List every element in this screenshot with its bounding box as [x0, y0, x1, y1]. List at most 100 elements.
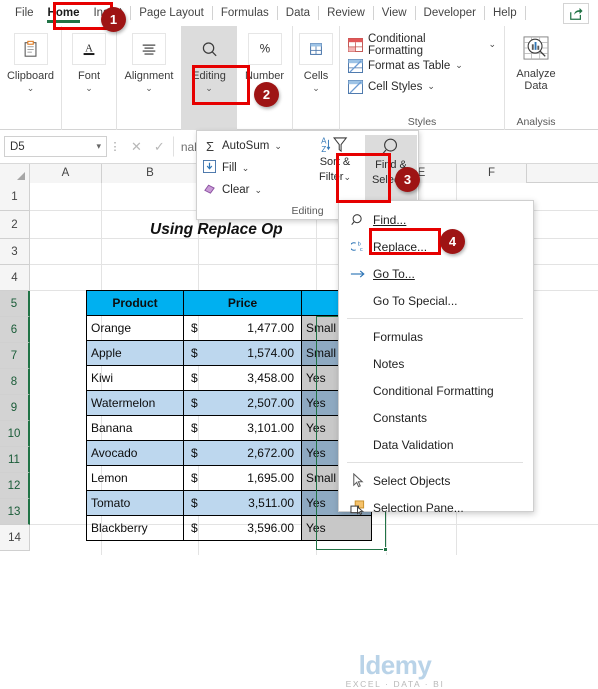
chevron-down-icon[interactable]: ⌄	[427, 81, 435, 92]
format-as-table-button[interactable]: Format as Table ⌄	[348, 55, 496, 76]
row-header-3[interactable]: 3	[0, 239, 30, 265]
cell-price[interactable]: $ 2,672.00	[183, 440, 302, 466]
tab-formulas[interactable]: Formulas	[214, 0, 276, 26]
fill-menu-item[interactable]: Fill ⌄	[203, 157, 301, 179]
row-header-10[interactable]: 10	[0, 421, 30, 447]
row-header-9[interactable]: 9	[0, 395, 30, 421]
tab-developer[interactable]: Developer	[417, 0, 483, 26]
column-header-b[interactable]: B	[102, 164, 199, 183]
cell-price[interactable]: $ 1,477.00	[183, 315, 302, 341]
share-button[interactable]	[563, 3, 589, 24]
chevron-down-icon[interactable]: ⌄	[254, 185, 262, 196]
clear-menu-item[interactable]: Clear ⌄	[203, 179, 301, 201]
menu-item-go-to-special[interactable]: Go To Special...	[339, 287, 533, 314]
chevron-down-icon[interactable]: ⌄	[27, 84, 35, 93]
row-header-2[interactable]: 2	[0, 211, 30, 239]
ribbon-group-cells[interactable]: Cells ⌄	[293, 26, 340, 130]
cell-product[interactable]: Lemon	[86, 465, 184, 491]
chevron-down-icon[interactable]: ⌄	[274, 141, 282, 152]
svg-text:%: %	[259, 43, 269, 56]
chevron-down-icon[interactable]: ⌄	[312, 84, 320, 93]
cell-price[interactable]: $ 1,574.00	[183, 340, 302, 366]
cell-price[interactable]: $ 2,507.00	[183, 390, 302, 416]
tab-review[interactable]: Review	[320, 0, 372, 26]
clipboard-button[interactable]	[13, 33, 48, 65]
ribbon-group-clipboard[interactable]: Clipboard ⌄	[0, 26, 62, 130]
row-header-14[interactable]: 14	[0, 525, 30, 551]
row-header-11[interactable]: 11	[0, 447, 30, 473]
cell-styles-button[interactable]: Cell Styles ⌄	[348, 76, 496, 97]
cancel-icon[interactable]: ✕	[131, 139, 142, 155]
table-row[interactable]: Banana $ 3,101.00 Yes	[86, 415, 372, 441]
row-header-4[interactable]: 4	[0, 265, 30, 291]
menu-item-conditional-formatting[interactable]: Conditional Formatting	[339, 377, 533, 404]
cell-price[interactable]: $ 3,458.00	[183, 365, 302, 391]
tab-data[interactable]: Data	[279, 0, 317, 26]
menu-item-selection-pane[interactable]: Selection Pane...	[339, 494, 533, 521]
tab-page-layout[interactable]: Page Layout	[132, 0, 211, 26]
menu-item-formulas[interactable]: Formulas	[339, 323, 533, 350]
conditional-formatting-button[interactable]: Conditional Formatting ⌄	[348, 33, 496, 57]
row-header-8[interactable]: 8	[0, 369, 30, 395]
column-header-f[interactable]: F	[457, 164, 527, 183]
cell-product[interactable]: Avocado	[86, 440, 184, 466]
menu-item-notes[interactable]: Notes	[339, 350, 533, 377]
row-header-12[interactable]: 12	[0, 473, 30, 499]
menu-item-constants[interactable]: Constants	[339, 404, 533, 431]
cell-product[interactable]: Blackberry	[86, 515, 184, 541]
tab-divider	[414, 5, 416, 20]
chevron-down-icon[interactable]: ⌄	[455, 60, 463, 71]
confirm-icon[interactable]: ✓	[154, 139, 165, 155]
chevron-down-icon[interactable]: ▾	[96, 141, 101, 152]
table-row[interactable]: Lemon $ 1,695.00 Small	[86, 465, 372, 491]
table-row[interactable]: Watermelon $ 2,507.00 Yes	[86, 390, 372, 416]
name-box[interactable]: D5 ▾	[4, 136, 107, 157]
table-row[interactable]: Apple $ 1,574.00 Small	[86, 340, 372, 366]
select-all-corner-button[interactable]	[0, 164, 30, 183]
autosum-menu-item[interactable]: Σ AutoSum ⌄	[203, 135, 301, 157]
alignment-button[interactable]	[132, 33, 166, 65]
cell-product[interactable]: Kiwi	[86, 365, 184, 391]
cell-product[interactable]: Apple	[86, 340, 184, 366]
ribbon-group-alignment[interactable]: Alignment ⌄	[117, 26, 181, 130]
chevron-down-icon[interactable]: ⌄	[242, 163, 250, 174]
cell-price[interactable]: $ 1,695.00	[183, 465, 302, 491]
chevron-down-icon[interactable]: ⌄	[488, 39, 496, 50]
cell-price[interactable]: $ 3,101.00	[183, 415, 302, 441]
ribbon-group-analysis[interactable]: Analyze Data Analysis	[505, 26, 567, 130]
callout-badge-1: 1	[101, 7, 126, 32]
currency-symbol: $	[191, 446, 198, 460]
cell-product[interactable]: Tomato	[86, 490, 184, 516]
table-row[interactable]: Tomato $ 3,511.00 Yes	[86, 490, 372, 516]
row-header-6[interactable]: 6	[0, 317, 30, 343]
chevron-down-icon[interactable]: ⌄	[85, 84, 93, 93]
fill-handle[interactable]	[383, 547, 388, 552]
cell-product[interactable]: Watermelon	[86, 390, 184, 416]
ribbon-group-font[interactable]: A Font ⌄	[62, 26, 117, 130]
row-header-13[interactable]: 13	[0, 499, 30, 525]
tab-help[interactable]: Help	[486, 0, 524, 26]
menu-item-data-validation[interactable]: Data Validation	[339, 431, 533, 458]
cell-product[interactable]: Banana	[86, 415, 184, 441]
menu-item-select-objects[interactable]: Select Objects	[339, 467, 533, 494]
font-button[interactable]: A	[72, 33, 106, 65]
table-row[interactable]: Avocado $ 2,672.00 Yes	[86, 440, 372, 466]
analyze-data-button[interactable]	[520, 33, 552, 63]
editing-button[interactable]	[192, 33, 226, 65]
cell-price[interactable]: $ 3,511.00	[183, 490, 302, 516]
row-header-5[interactable]: 5	[0, 291, 30, 317]
table-row[interactable]: Kiwi $ 3,458.00 Yes	[86, 365, 372, 391]
row-header-1[interactable]: 1	[0, 183, 30, 211]
row-header-7[interactable]: 7	[0, 343, 30, 369]
table-row[interactable]: Blackberry $ 3,596.00 Yes	[86, 515, 372, 541]
table-row[interactable]: Orange $ 1,477.00 Small	[86, 315, 372, 341]
cell-price[interactable]: $ 3,596.00	[183, 515, 302, 541]
tab-file[interactable]: File	[8, 0, 41, 26]
chevron-down-icon[interactable]: ⌄	[145, 84, 153, 93]
tab-view[interactable]: View	[375, 0, 414, 26]
column-header-a[interactable]: A	[30, 164, 102, 183]
menu-item-go-to[interactable]: Go To...	[339, 260, 533, 287]
cell-product[interactable]: Orange	[86, 315, 184, 341]
number-format-button[interactable]: %	[247, 33, 282, 65]
cells-button[interactable]	[299, 33, 333, 65]
